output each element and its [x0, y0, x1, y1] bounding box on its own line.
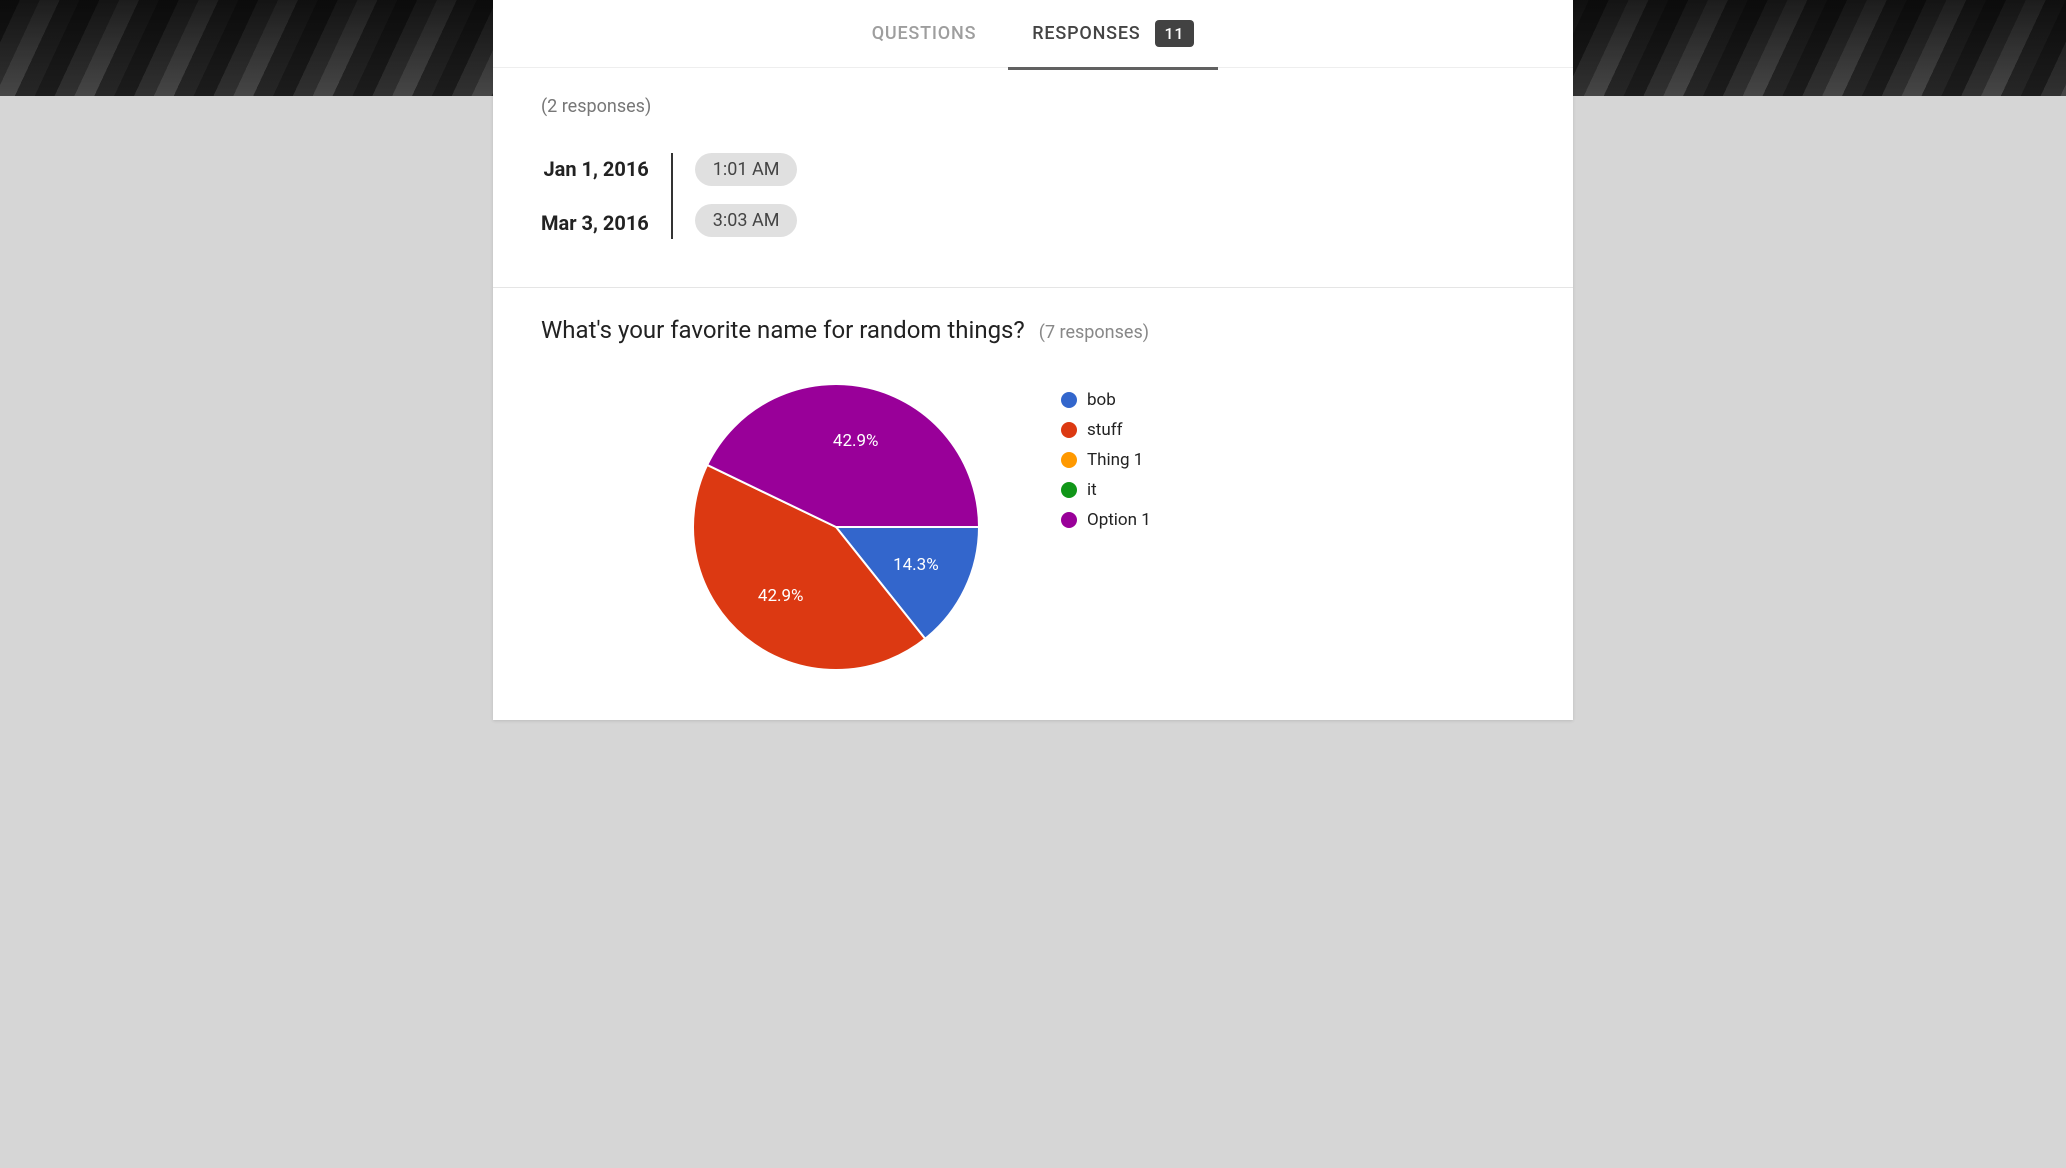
pie-slice-label: 42.9% [758, 586, 804, 606]
legend-label: it [1087, 480, 1097, 500]
pie-chart-section: What's your favorite name for random thi… [493, 287, 1573, 720]
legend-item[interactable]: bob [1061, 390, 1151, 410]
legend-label: Thing 1 [1087, 450, 1143, 470]
date-time-list: Jan 1, 2016 Mar 3, 2016 1:01 AM 3:03 AM [541, 153, 1525, 239]
date-value: Mar 3, 2016 [541, 207, 649, 239]
time-chip[interactable]: 1:01 AM [695, 153, 798, 186]
pie-slice-label: 42.9% [833, 431, 879, 451]
tab-responses-label: RESPONSES [1032, 23, 1140, 44]
legend-item[interactable]: Option 1 [1061, 510, 1151, 530]
date-column: Jan 1, 2016 Mar 3, 2016 [541, 153, 673, 239]
tabs-bar: QUESTIONS RESPONSES 11 [493, 0, 1573, 68]
legend-item[interactable]: Thing 1 [1061, 450, 1151, 470]
legend-item[interactable]: it [1061, 480, 1151, 500]
pie-chart[interactable]: 14.3% 42.9% 42.9% [691, 382, 981, 672]
legend-label: Option 1 [1087, 510, 1151, 530]
legend-swatch [1061, 422, 1077, 438]
legend-label: bob [1087, 390, 1116, 410]
tab-questions[interactable]: QUESTIONS [868, 1, 981, 66]
question-header: What's your favorite name for random thi… [541, 316, 1525, 344]
legend-swatch [1061, 512, 1077, 528]
date-value: Jan 1, 2016 [543, 153, 648, 185]
question-response-count: (7 responses) [1039, 322, 1149, 343]
question-title: What's your favorite name for random thi… [541, 316, 1025, 344]
date-time-section: (2 responses) Jan 1, 2016 Mar 3, 2016 1:… [493, 68, 1573, 287]
legend-item[interactable]: stuff [1061, 420, 1151, 440]
legend-label: stuff [1087, 420, 1123, 440]
legend-swatch [1061, 482, 1077, 498]
legend-swatch [1061, 392, 1077, 408]
chart-container: 14.3% 42.9% 42.9% bob stuff Thing 1 it Option … [541, 362, 1525, 672]
date-time-response-count: (2 responses) [541, 96, 1525, 117]
responses-card: QUESTIONS RESPONSES 11 (2 responses) Jan… [493, 0, 1573, 720]
tab-responses[interactable]: RESPONSES 11 [1028, 0, 1198, 69]
time-chip[interactable]: 3:03 AM [695, 204, 798, 237]
time-column: 1:01 AM 3:03 AM [673, 153, 798, 239]
tab-questions-label: QUESTIONS [872, 23, 977, 44]
responses-count-badge: 11 [1155, 20, 1195, 47]
legend-swatch [1061, 452, 1077, 468]
pie-slice-label: 14.3% [893, 555, 939, 575]
pie-legend: bob stuff Thing 1 it Option 1 [1061, 382, 1151, 530]
